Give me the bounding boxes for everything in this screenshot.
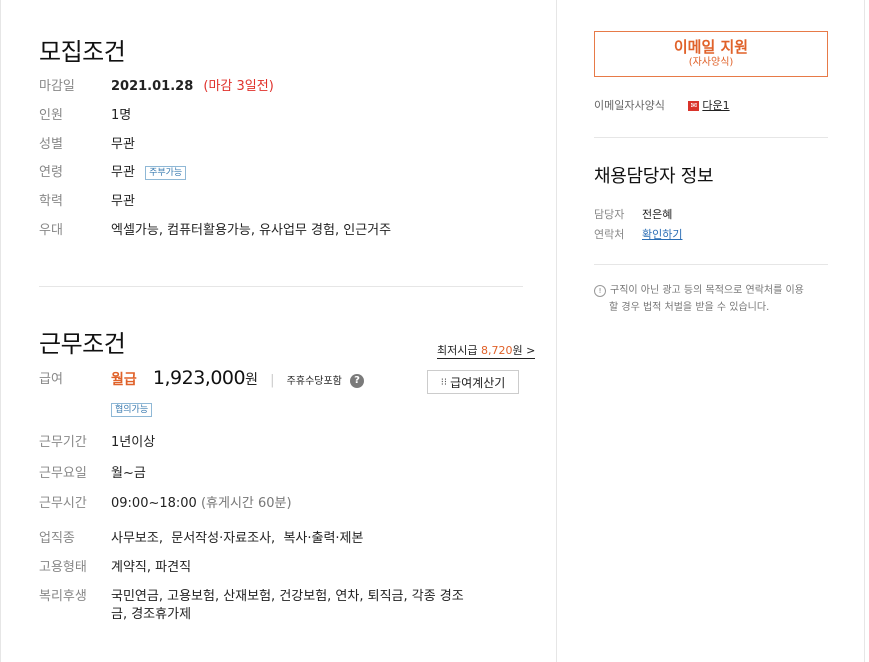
period-value: 1년이상 (111, 435, 156, 450)
legal-notice: ! 구직이 아닌 광고 등의 목적으로 연락처를 이용 할 경우 법적 처벌을 받… (594, 282, 830, 316)
notice-line-1: 구직이 아닌 광고 등의 목적으로 연락처를 이용 (610, 285, 804, 296)
recruit-section-title: 모집조건 (39, 38, 126, 66)
deadline-label: 마감일 (39, 79, 75, 94)
preference-value: 엑셀가능, 컴퓨터활용가능, 유사업무 경험, 인근거주 (111, 223, 392, 238)
benefits-value: 국민연금, 고용보험, 산재보험, 건강보험, 연차, 퇴직금, 각종 경조 금… (111, 588, 464, 624)
contact-label: 연락처 (594, 228, 625, 241)
employment-type-label: 고용형태 (39, 560, 87, 575)
period-label: 근무기간 (39, 435, 87, 450)
sidebar-divider-2 (594, 264, 828, 265)
min-wage-link[interactable]: 최저시급 8,720원 > (437, 344, 536, 359)
worktime-value-wrap: 09:00~18:00 (휴게시간 60분) (111, 495, 292, 513)
gender-value: 무관 (111, 137, 135, 152)
workdays-label: 근무요일 (39, 466, 87, 481)
manager-value: 전은혜 (642, 208, 673, 221)
form-download-link[interactable]: 다운1 (702, 99, 729, 112)
manager-row: 담당자 전은혜 (594, 206, 672, 222)
negotiable-tag: 협의가능 (111, 402, 153, 417)
age-value: 무관 (111, 165, 135, 180)
pay-type: 월급 (111, 372, 137, 388)
deadline-value-wrap: 2021.01.28 (마감 3일전) (111, 78, 274, 96)
section-divider (39, 286, 523, 287)
right-edge-divider (864, 0, 865, 662)
gender-label: 성별 (39, 137, 63, 152)
deadline-remaining: (마감 3일전) (203, 79, 274, 94)
education-label: 학력 (39, 194, 63, 209)
salary-calculator-label: 급여계산기 (450, 375, 506, 390)
email-form-row: 이메일자사양식 ✉ 다운1 (594, 97, 730, 113)
min-wage-value: 8,720 (480, 344, 513, 357)
file-icon: ✉ (688, 101, 700, 111)
pay-value-wrap: 월급 1,923,000원 | 주휴수당포함 ? (111, 367, 365, 391)
worktime-label: 근무시간 (39, 496, 87, 511)
info-icon: ! (594, 285, 606, 297)
email-apply-sub: (자사양식) (688, 57, 734, 68)
deadline-value: 2021.01.28 (111, 79, 194, 94)
benefits-line-2: 금, 경조휴가제 (111, 607, 192, 622)
preference-label: 우대 (39, 223, 63, 238)
pay-unit: 원 (245, 372, 258, 388)
sidebar-divider-1 (594, 137, 828, 138)
headcount-label: 인원 (39, 108, 63, 123)
job-detail-main: 모집조건 마감일 2021.01.28 (마감 3일전) 인원 1명 성별 무관… (0, 0, 557, 662)
employment-type-value: 계약직, 파견직 (111, 560, 192, 575)
break-time: (휴게시간 60분) (200, 496, 292, 511)
help-icon[interactable]: ? (350, 373, 365, 388)
contact-section-title: 채용담당자 정보 (594, 166, 714, 187)
contact-row: 연락처 확인하기 (594, 226, 682, 242)
email-apply-button[interactable]: 이메일 지원 (자사양식) (594, 31, 828, 77)
holiday-pay-note: 주휴수당포함 (286, 376, 342, 387)
email-apply-label: 이메일 지원 (673, 38, 749, 56)
pay-separator: | (270, 373, 275, 388)
worktime-value: 09:00~18:00 (111, 496, 197, 511)
contact-reveal-link[interactable]: 확인하기 (642, 228, 682, 241)
benefits-line-1: 국민연금, 고용보험, 산재보험, 건강보험, 연차, 퇴직금, 각종 경조 (111, 589, 464, 604)
calculator-icon: ⁝⁝ (440, 376, 448, 388)
headcount-value: 1명 (111, 108, 132, 123)
benefits-label: 복리후생 (39, 589, 87, 604)
age-label: 연령 (39, 165, 63, 180)
job-type-value: 사무보조, 문서작성·자료조사, 복사·출력·제본 (111, 531, 364, 546)
workdays-value: 월~금 (111, 466, 146, 481)
pay-amount: 1,923,000 (152, 367, 246, 389)
min-wage-suffix: 원 > (512, 344, 536, 357)
salary-calculator-button[interactable]: ⁝⁝ 급여계산기 (427, 370, 519, 394)
manager-label: 담당자 (594, 208, 625, 221)
age-value-wrap: 무관 주부가능 (111, 164, 187, 182)
job-type-label: 업직종 (39, 531, 75, 546)
work-section-title: 근무조건 (39, 330, 126, 358)
notice-line-2: 할 경우 법적 처벌을 받을 수 있습니다. (609, 302, 770, 313)
negotiable-wrap: 협의가능 (105, 401, 153, 419)
pay-label: 급여 (39, 372, 63, 387)
min-wage-label: 최저시급 (437, 344, 478, 357)
housewife-ok-tag: 주부가능 (145, 165, 187, 180)
education-value: 무관 (111, 194, 135, 209)
email-form-label: 이메일자사양식 (594, 99, 665, 112)
